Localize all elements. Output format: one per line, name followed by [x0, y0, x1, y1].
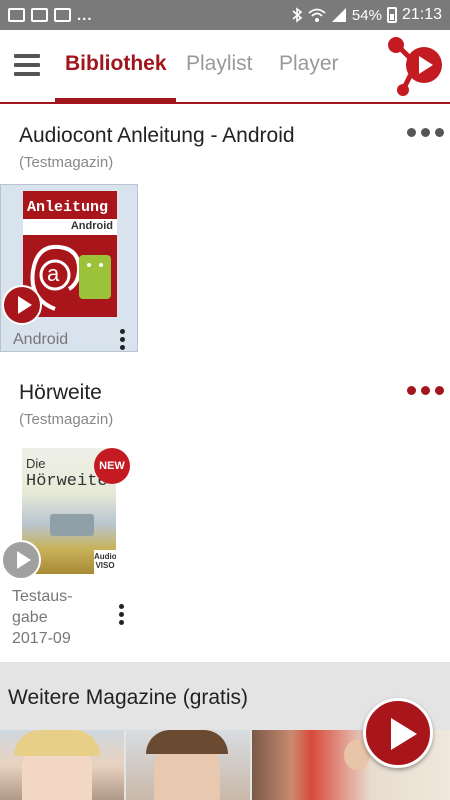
battery-percent: 54% — [351, 6, 382, 24]
more-options-icon[interactable] — [407, 128, 444, 137]
more-magazines-title: Weitere Magazine (gratis) — [8, 686, 249, 709]
mail-icon — [54, 8, 71, 22]
item-menu-icon[interactable] — [120, 329, 126, 353]
section-title: Audiocont Anleitung - Android — [19, 124, 295, 147]
battery-icon — [386, 7, 397, 23]
active-tab-indicator — [55, 98, 176, 103]
magazine-thumbnail[interactable] — [126, 730, 250, 800]
status-bar: ... 54% 21:13 — [0, 0, 450, 30]
section-subtitle: (Testmagazin) — [19, 411, 114, 428]
wifi-icon — [308, 8, 326, 22]
magazine-item[interactable]: Die Hörweite Audio VISO NEW Testaus- gabe… — [0, 442, 138, 652]
play-button[interactable] — [1, 540, 41, 580]
bluetooth-icon — [292, 7, 303, 23]
clock: 21:13 — [401, 6, 442, 23]
more-options-icon[interactable] — [407, 386, 444, 395]
app-bar: Bibliothek Playlist Player — [0, 30, 450, 104]
notification-overflow: ... — [77, 6, 93, 24]
cover-title: Anleitung — [27, 199, 109, 216]
play-button[interactable] — [2, 285, 42, 325]
app-logo[interactable] — [386, 36, 446, 100]
cover-letter: a — [47, 261, 60, 286]
play-fab-button[interactable] — [363, 698, 433, 768]
section-title: Hörweite — [19, 381, 102, 404]
cover-title: Die — [26, 456, 46, 471]
section-subtitle: (Testmagazin) — [19, 154, 114, 171]
item-label: Testaus- gabe 2017-09 — [12, 588, 73, 647]
new-badge: NEW — [94, 448, 130, 484]
tab-bibliothek[interactable]: Bibliothek — [65, 52, 167, 76]
cover-subtitle: Android — [70, 220, 113, 232]
tab-playlist[interactable]: Playlist — [186, 52, 253, 76]
item-menu-icon[interactable] — [119, 604, 125, 628]
tab-player[interactable]: Player — [279, 52, 339, 76]
item-label: Android — [13, 331, 69, 348]
brand-mark: Audio VISO — [94, 550, 116, 574]
image-icon — [8, 8, 25, 22]
menu-icon[interactable] — [14, 54, 40, 76]
signal-icon — [331, 8, 346, 22]
magazine-item[interactable]: Anleitung Android a Android — [0, 184, 138, 352]
magazine-thumbnail[interactable] — [0, 730, 124, 800]
mail-icon — [31, 8, 48, 22]
van-image — [50, 514, 94, 536]
